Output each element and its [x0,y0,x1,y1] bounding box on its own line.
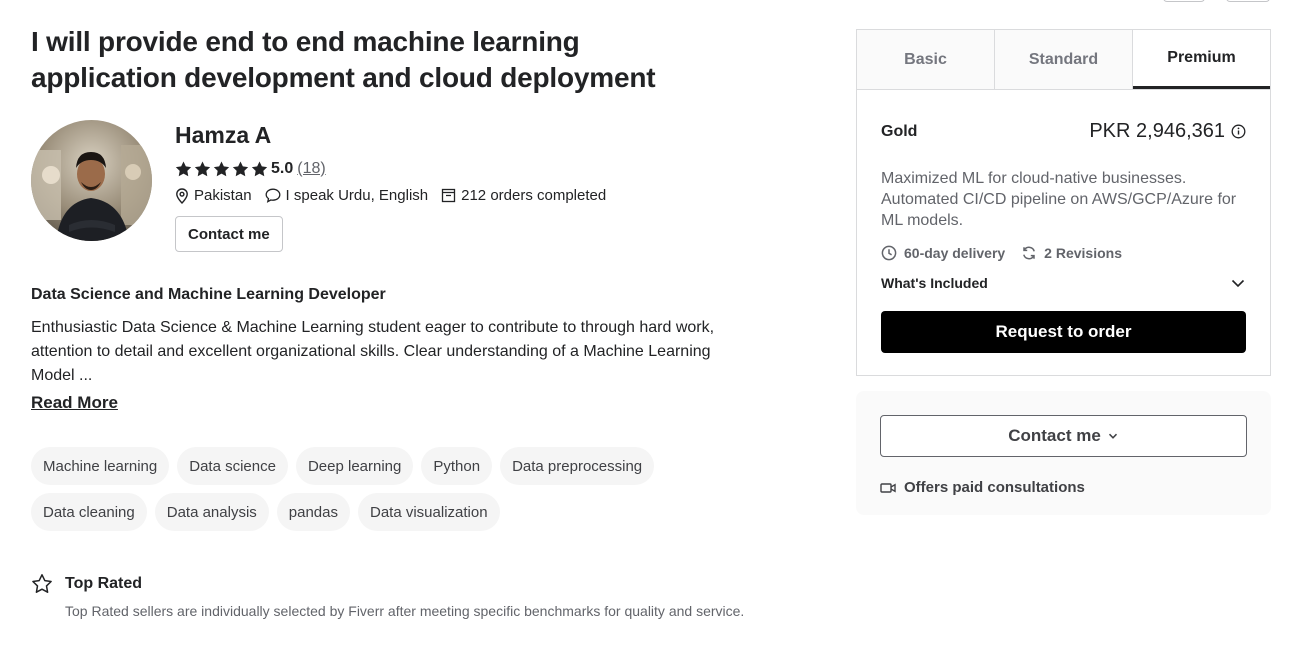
skill-tag[interactable]: Data cleaning [31,493,147,531]
orders-box-icon [441,188,456,203]
tab-basic[interactable]: Basic [857,30,995,89]
seller-name[interactable]: Hamza A [175,122,271,149]
about-text: Enthusiastic Data Science & Machine Lear… [31,319,715,384]
skill-tag[interactable]: Data science [177,447,288,485]
tab-standard[interactable]: Standard [995,30,1133,89]
star-icon [213,161,230,176]
paid-consultations-text: Offers paid consultations [904,479,1085,496]
chevron-down-icon [1108,433,1117,439]
review-count-link[interactable]: (18) [297,160,325,177]
header-fragment-left [1163,0,1205,2]
star-icon [251,161,268,176]
package-name: Gold [881,123,918,140]
chat-bubble-icon [265,188,280,203]
seller-card: Hamza A 5.0 (18) Pakistan I speak Urdu, … [31,120,751,252]
gig-title: I will provide end to end machine learni… [31,26,656,93]
seller-orders-text: 212 orders completed [461,187,607,204]
read-more-link[interactable]: Read More [31,393,118,413]
star-icon [175,161,192,176]
skill-tag[interactable]: Data analysis [154,493,269,531]
rating-value: 5.0 [271,160,294,177]
skill-tags: Machine learning Data science Deep learn… [31,447,731,539]
package-meta: 60-day delivery 2 Revisions [881,245,1138,261]
about-heading: Data Science and Machine Learning Develo… [31,286,386,303]
skill-tag[interactable]: Deep learning [295,447,414,485]
tab-premium[interactable]: Premium [1133,30,1270,89]
skill-tag[interactable]: Machine learning [31,447,170,485]
rating-row: 5.0 (18) [175,158,326,180]
chevron-down-icon[interactable] [1230,275,1246,291]
seller-orders: 212 orders completed [441,187,606,204]
paid-consultations: Offers paid consultations [880,479,1085,496]
skill-tag[interactable]: Data visualization [358,493,500,531]
package-price: PKR 2,946,361 [1089,120,1246,143]
skill-tag[interactable]: pandas [276,493,350,531]
package-card: Basic Standard Premium Gold PKR 2,946,36… [856,29,1271,376]
package-tabs: Basic Standard Premium [857,30,1270,90]
package-delivery: 60-day delivery [881,245,1005,261]
skill-tag[interactable]: Python [421,447,493,485]
contact-me-button[interactable]: Contact me [175,216,283,252]
star-outline-icon [32,574,52,593]
header-fragment-right [1226,0,1270,2]
star-icon [194,161,211,176]
refresh-icon [1023,246,1036,260]
seller-meta: Pakistan I speak Urdu, English 212 order… [175,187,619,204]
package-description: Maximized ML for cloud-native businesses… [881,170,1237,229]
seller-languages-text: I speak Urdu, English [285,187,429,204]
star-icon [232,161,249,176]
top-rated-title: Top Rated [65,575,143,592]
review-count[interactable]: (18) [297,160,325,178]
map-pin-icon [176,187,188,204]
info-icon[interactable] [1231,124,1246,139]
whats-included-toggle[interactable]: What's Included [881,275,1246,291]
skill-tag[interactable]: Data preprocessing [500,447,655,485]
seller-location: Pakistan [175,187,252,204]
clock-icon [881,245,897,261]
contact-me-label: Contact me [1008,426,1101,445]
video-camera-icon [880,482,896,493]
request-to-order-button[interactable]: Request to order [881,311,1246,353]
avatar-photo [31,120,152,241]
top-rated-description: Top Rated sellers are individually selec… [65,603,745,619]
contact-box: Contact me Offers paid consultations [856,391,1271,515]
whats-included-label: What's Included [881,275,988,291]
seller-languages: I speak Urdu, English [265,187,429,204]
seller-country: Pakistan [194,187,252,204]
package-delivery-text: 60-day delivery [904,245,1006,261]
contact-me-dropdown-button[interactable]: Contact me [880,415,1247,457]
avatar[interactable] [31,120,152,241]
package-revisions: 2 Revisions [1021,245,1122,261]
package-revisions-text: 2 Revisions [1044,245,1122,261]
package-price-value: PKR 2,946,361 [1089,120,1225,142]
